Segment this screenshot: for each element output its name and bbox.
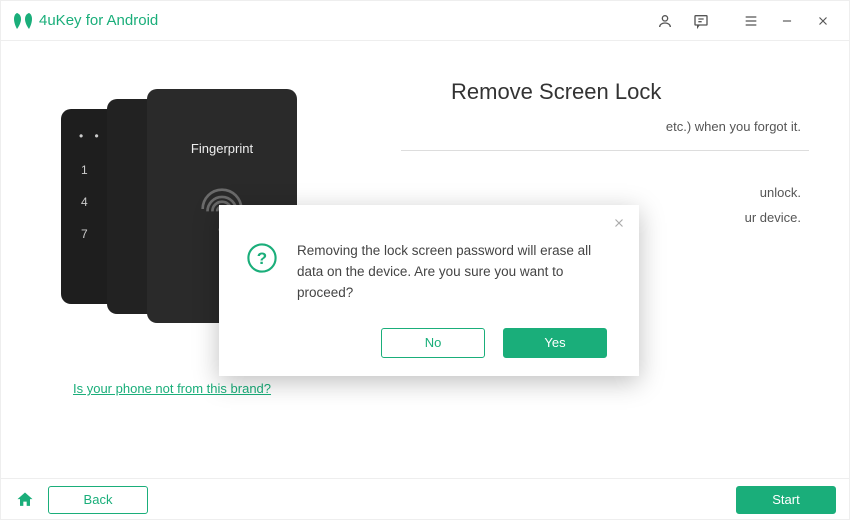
svg-text:?: ? (257, 249, 267, 268)
start-button[interactable]: Start (736, 486, 836, 514)
title-bar: 4uKey for Android (1, 1, 849, 41)
minimize-icon[interactable] (773, 7, 801, 35)
divider (401, 150, 809, 151)
menu-icon[interactable] (737, 7, 765, 35)
dialog-message: Removing the lock screen password will e… (297, 241, 613, 304)
page-title: Remove Screen Lock (451, 79, 809, 105)
confirm-dialog: ? Removing the lock screen password will… (219, 205, 639, 376)
feedback-icon[interactable] (687, 7, 715, 35)
app-title: 4uKey for Android (39, 12, 158, 29)
window-controls (737, 7, 837, 35)
account-icon[interactable] (651, 7, 679, 35)
pin-dots-icon: • • (79, 129, 103, 143)
back-button[interactable]: Back (48, 486, 148, 514)
app-logo: 4uKey for Android (13, 11, 158, 31)
bullet-fragment: unlock. (401, 181, 801, 206)
dialog-close-icon[interactable] (609, 213, 629, 233)
logo-icon (13, 11, 33, 31)
description-fragment: etc.) when you forgot it. (666, 119, 801, 134)
fingerprint-label: Fingerprint (191, 141, 253, 156)
no-button[interactable]: No (381, 328, 485, 358)
close-icon[interactable] (809, 7, 837, 35)
question-icon: ? (245, 241, 279, 280)
yes-button[interactable]: Yes (503, 328, 607, 358)
brand-link[interactable]: Is your phone not from this brand? (73, 381, 271, 396)
home-icon[interactable] (14, 489, 36, 511)
titlebar-tools (651, 7, 715, 35)
footer-bar: Back Start (0, 478, 850, 520)
main-content: • • 1 4 7 Fingerprint (1, 41, 849, 479)
